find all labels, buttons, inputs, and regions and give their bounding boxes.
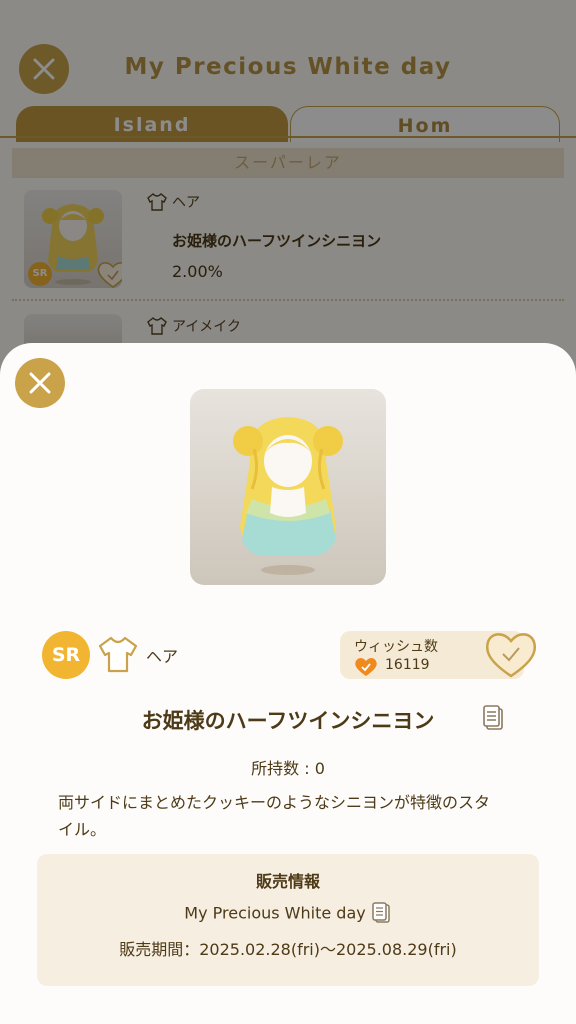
- item-preview-image: [190, 389, 386, 585]
- item-category: ヘア: [146, 647, 179, 666]
- wishlist-count: 16119: [385, 657, 430, 673]
- wishlist-label: ウィッシュ数: [354, 639, 438, 655]
- check-icon: [355, 658, 377, 676]
- shirt-icon: [98, 636, 138, 673]
- sale-info-box: 販売情報 My Precious White day 販売期間：2025.02.…: [37, 854, 539, 986]
- heart-check-icon[interactable]: [484, 630, 538, 680]
- sale-period: 販売期間：2025.02.28(fri)〜2025.08.29(fri): [119, 940, 457, 959]
- sale-info-heading: 販売情報: [255, 872, 320, 891]
- owned-count: 所持数 : 0: [251, 759, 325, 778]
- sr-rarity-badge: SR: [42, 631, 90, 679]
- item-description: 両サイドにまとめたクッキーのようなシニヨンが特徴のスタイル。: [58, 793, 491, 839]
- document-icon[interactable]: [482, 705, 506, 731]
- hair-preview: [233, 417, 343, 575]
- sale-event-link[interactable]: My Precious White day: [37, 902, 539, 924]
- close-icon: [29, 372, 51, 394]
- close-button[interactable]: [15, 358, 65, 408]
- document-icon[interactable]: [371, 902, 392, 924]
- item-detail-sheet: SR ヘア ウィッシュ数 16119 お姫様のハーフツインシニヨン 所持数 : …: [0, 343, 576, 1024]
